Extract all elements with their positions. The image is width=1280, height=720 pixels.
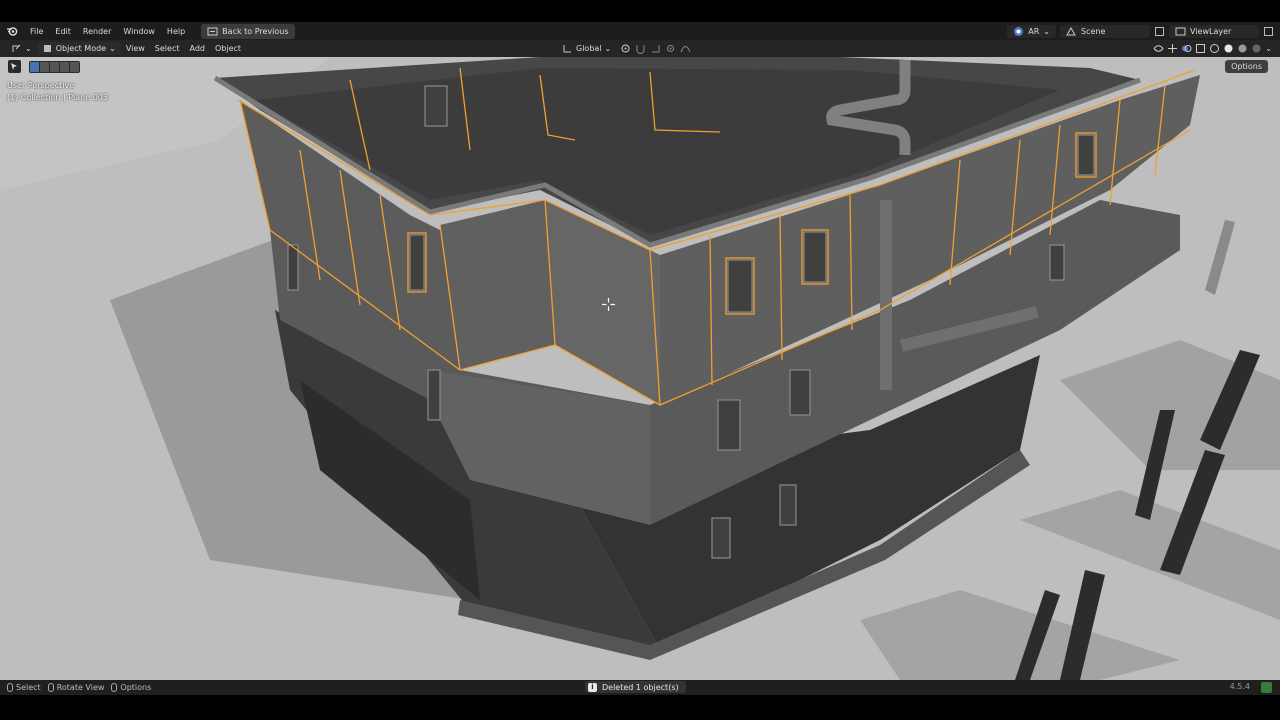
info-icon: i — [588, 682, 597, 692]
overlay-icon[interactable] — [1181, 43, 1192, 54]
blender-logo-icon[interactable] — [6, 25, 18, 37]
menu-render[interactable]: Render — [77, 27, 117, 36]
renderer-label: AR — [1028, 26, 1040, 36]
solid-shading-icon[interactable] — [1223, 43, 1234, 54]
workspace-controls: AR ⌄ Scene ViewLayer — [1007, 22, 1280, 40]
visibility-icon[interactable] — [1153, 43, 1164, 54]
status-icon — [1261, 682, 1272, 693]
select-box-icon — [11, 63, 17, 70]
selection-mode-intersect[interactable] — [70, 61, 79, 72]
menu-help[interactable]: Help — [161, 27, 191, 36]
chevron-down-icon: ⌄ — [1043, 26, 1050, 36]
menu-object[interactable]: Object — [210, 43, 246, 54]
renderer-selector[interactable]: AR ⌄ — [1007, 24, 1056, 38]
status-bar: Select Rotate View Options i Deleted 1 o… — [0, 680, 1280, 695]
new-layer-icon[interactable] — [1263, 26, 1274, 37]
viewport-display-controls: ⌄ — [1153, 40, 1272, 57]
selection-mode-invert[interactable] — [60, 61, 69, 72]
cursor-crosshair-icon — [602, 298, 615, 311]
top-menu-bar: File Edit Render Window Help Back to Pre… — [0, 22, 1280, 40]
falloff-icon[interactable] — [680, 43, 691, 54]
pivot-icon[interactable] — [620, 43, 631, 54]
object-mode-dropdown[interactable]: Object Mode ⌄ — [36, 42, 121, 55]
tool-settings-strip — [8, 60, 80, 73]
mouse-left-icon — [7, 683, 13, 692]
view-layer-selector[interactable]: ViewLayer — [1169, 24, 1259, 38]
material-shading-icon[interactable] — [1237, 43, 1248, 54]
3d-viewport[interactable]: User Perspective (1) Collection | Plane … — [0, 57, 1280, 680]
status-rotate-hint: Rotate View — [47, 683, 105, 692]
editor-type-button[interactable]: ⌄ — [6, 42, 37, 55]
scene-icon — [1014, 26, 1024, 36]
object-mode-label: Object Mode — [55, 44, 107, 53]
status-options-hint: Options — [111, 683, 151, 692]
report-message[interactable]: i Deleted 1 object(s) — [585, 681, 686, 693]
scene-selector[interactable]: Scene — [1060, 24, 1150, 38]
selection-mode-extend[interactable] — [40, 61, 49, 72]
scene-type-icon — [1066, 26, 1076, 35]
letterbox-bottom — [0, 695, 1280, 720]
mouse-middle-icon — [47, 683, 54, 692]
select-tool-button[interactable] — [8, 60, 21, 73]
selection-mode-new[interactable] — [30, 61, 39, 72]
status-options-label: Options — [120, 683, 152, 692]
status-select-label: Select — [16, 683, 41, 692]
collection-label: (1) Collection | Plane 003 — [7, 93, 108, 102]
chevron-down-icon: ⌄ — [604, 44, 612, 53]
editor-type-icon — [12, 44, 21, 52]
back-to-previous-label: Back to Previous — [222, 26, 289, 36]
report-text: Deleted 1 object(s) — [602, 682, 679, 692]
perspective-label: User Perspective — [7, 81, 75, 90]
version-label: 4.5.4 — [1229, 682, 1250, 691]
view-layer-icon — [1175, 27, 1186, 35]
object-mode-icon — [43, 45, 51, 52]
status-select-hint: Select — [7, 683, 41, 692]
viewport-shading-icon[interactable] — [1209, 43, 1220, 54]
menu-view[interactable]: View — [121, 43, 150, 54]
back-icon — [207, 27, 218, 35]
menu-edit[interactable]: Edit — [49, 27, 77, 36]
selection-mode-subtract[interactable] — [50, 61, 59, 72]
proportional-icon[interactable] — [665, 43, 676, 54]
transform-orientation-dropdown[interactable]: Global ⌄ — [557, 42, 616, 55]
menu-window[interactable]: Window — [117, 27, 161, 36]
rendered-shading-icon[interactable] — [1251, 43, 1262, 54]
viewport-header: ⌄ Object Mode ⌄ View Select Add Object G… — [0, 40, 1280, 57]
options-button[interactable]: Options — [1225, 60, 1268, 73]
back-to-previous-button[interactable]: Back to Previous — [201, 23, 295, 39]
snap-target-icon[interactable] — [650, 43, 661, 54]
scene-render — [0, 57, 1280, 680]
menu-select[interactable]: Select — [150, 43, 185, 54]
xray-icon[interactable] — [1195, 43, 1206, 54]
menu-add[interactable]: Add — [184, 43, 210, 54]
transform-controls: Global ⌄ — [557, 40, 691, 57]
snap-icon[interactable] — [635, 43, 646, 54]
pin-icon[interactable] — [1154, 26, 1165, 37]
gizmo-icon[interactable] — [1167, 43, 1178, 54]
chevron-down-icon[interactable]: ⌄ — [1265, 44, 1272, 53]
chevron-down-icon: ⌄ — [109, 44, 116, 53]
transform-orientation-label: Global — [576, 44, 602, 53]
mouse-right-icon — [111, 683, 118, 692]
menu-file[interactable]: File — [24, 27, 49, 36]
letterbox-top — [0, 0, 1280, 22]
view-layer-name: ViewLayer — [1190, 26, 1232, 36]
status-rotate-label: Rotate View — [56, 683, 105, 692]
orientation-icon — [563, 45, 571, 53]
scene-name: Scene — [1081, 26, 1106, 36]
selection-mode-group — [29, 60, 80, 73]
chevron-down-icon: ⌄ — [25, 44, 32, 53]
